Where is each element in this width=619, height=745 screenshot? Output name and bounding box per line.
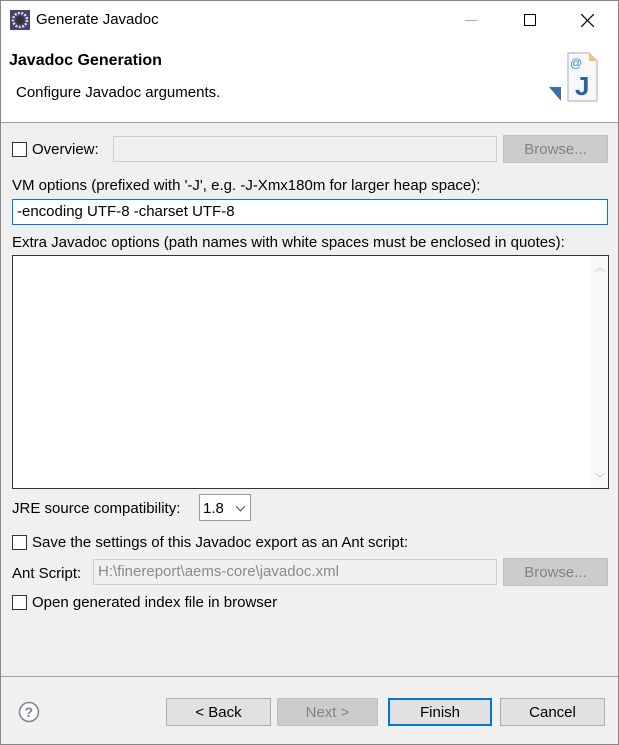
page-title: Javadoc Generation (9, 52, 162, 69)
ant-script-input[interactable]: H:\finereport\aems-core\javadoc.xml (93, 559, 497, 585)
eclipse-app-icon (10, 10, 30, 30)
javadoc-icon: @J (549, 52, 598, 102)
open-index-checkbox[interactable] (12, 595, 27, 610)
save-ant-label: Save the settings of this Javadoc export… (32, 534, 409, 551)
ant-script-browse-button[interactable]: Browse... (503, 558, 608, 586)
maximize-button[interactable] (524, 14, 536, 26)
extra-options-textarea[interactable]: ︿ ﹀ (12, 255, 609, 489)
svg-text:J: J (575, 71, 589, 101)
save-ant-checkbox[interactable] (12, 535, 27, 550)
footer-divider (1, 676, 618, 677)
overview-field[interactable] (113, 136, 497, 162)
extra-options-label: Extra Javadoc options (path names with w… (12, 234, 565, 251)
overview-checkbox[interactable] (12, 142, 27, 157)
jre-select[interactable]: 1.8 (199, 494, 251, 521)
scroll-up-icon[interactable]: ︿ (595, 259, 605, 274)
overview-browse-button[interactable]: Browse... (503, 135, 608, 163)
page-description: Configure Javadoc arguments. (16, 84, 221, 101)
finish-button[interactable]: Finish (388, 698, 492, 726)
jre-label: JRE source compatibility: (12, 500, 181, 517)
window-title: Generate Javadoc (36, 11, 159, 28)
svg-text:@: @ (570, 56, 582, 70)
back-button[interactable]: < Back (166, 698, 271, 726)
vertical-scrollbar[interactable]: ︿ ﹀ (591, 256, 608, 488)
wizard-header: Javadoc Generation Configure Javadoc arg… (1, 41, 618, 123)
close-icon[interactable] (581, 14, 594, 27)
vm-options-label: VM options (prefixed with '-J', e.g. -J-… (12, 177, 481, 194)
chevron-down-icon (236, 506, 245, 512)
ant-script-label: Ant Script: (12, 565, 82, 582)
vm-options-input[interactable]: -encoding UTF-8 -charset UTF-8 (12, 199, 608, 225)
svg-text:?: ? (25, 704, 34, 720)
jre-selected-value: 1.8 (203, 500, 224, 517)
help-icon[interactable]: ? (18, 701, 40, 723)
cancel-button[interactable]: Cancel (500, 698, 605, 726)
overview-label: Overview: (32, 141, 99, 158)
minimize-button[interactable] (465, 20, 477, 21)
open-index-label: Open generated index file in browser (32, 594, 278, 611)
scroll-down-icon[interactable]: ﹀ (595, 470, 605, 485)
title-bar: Generate Javadoc (1, 1, 618, 41)
next-button[interactable]: Next > (277, 698, 378, 726)
